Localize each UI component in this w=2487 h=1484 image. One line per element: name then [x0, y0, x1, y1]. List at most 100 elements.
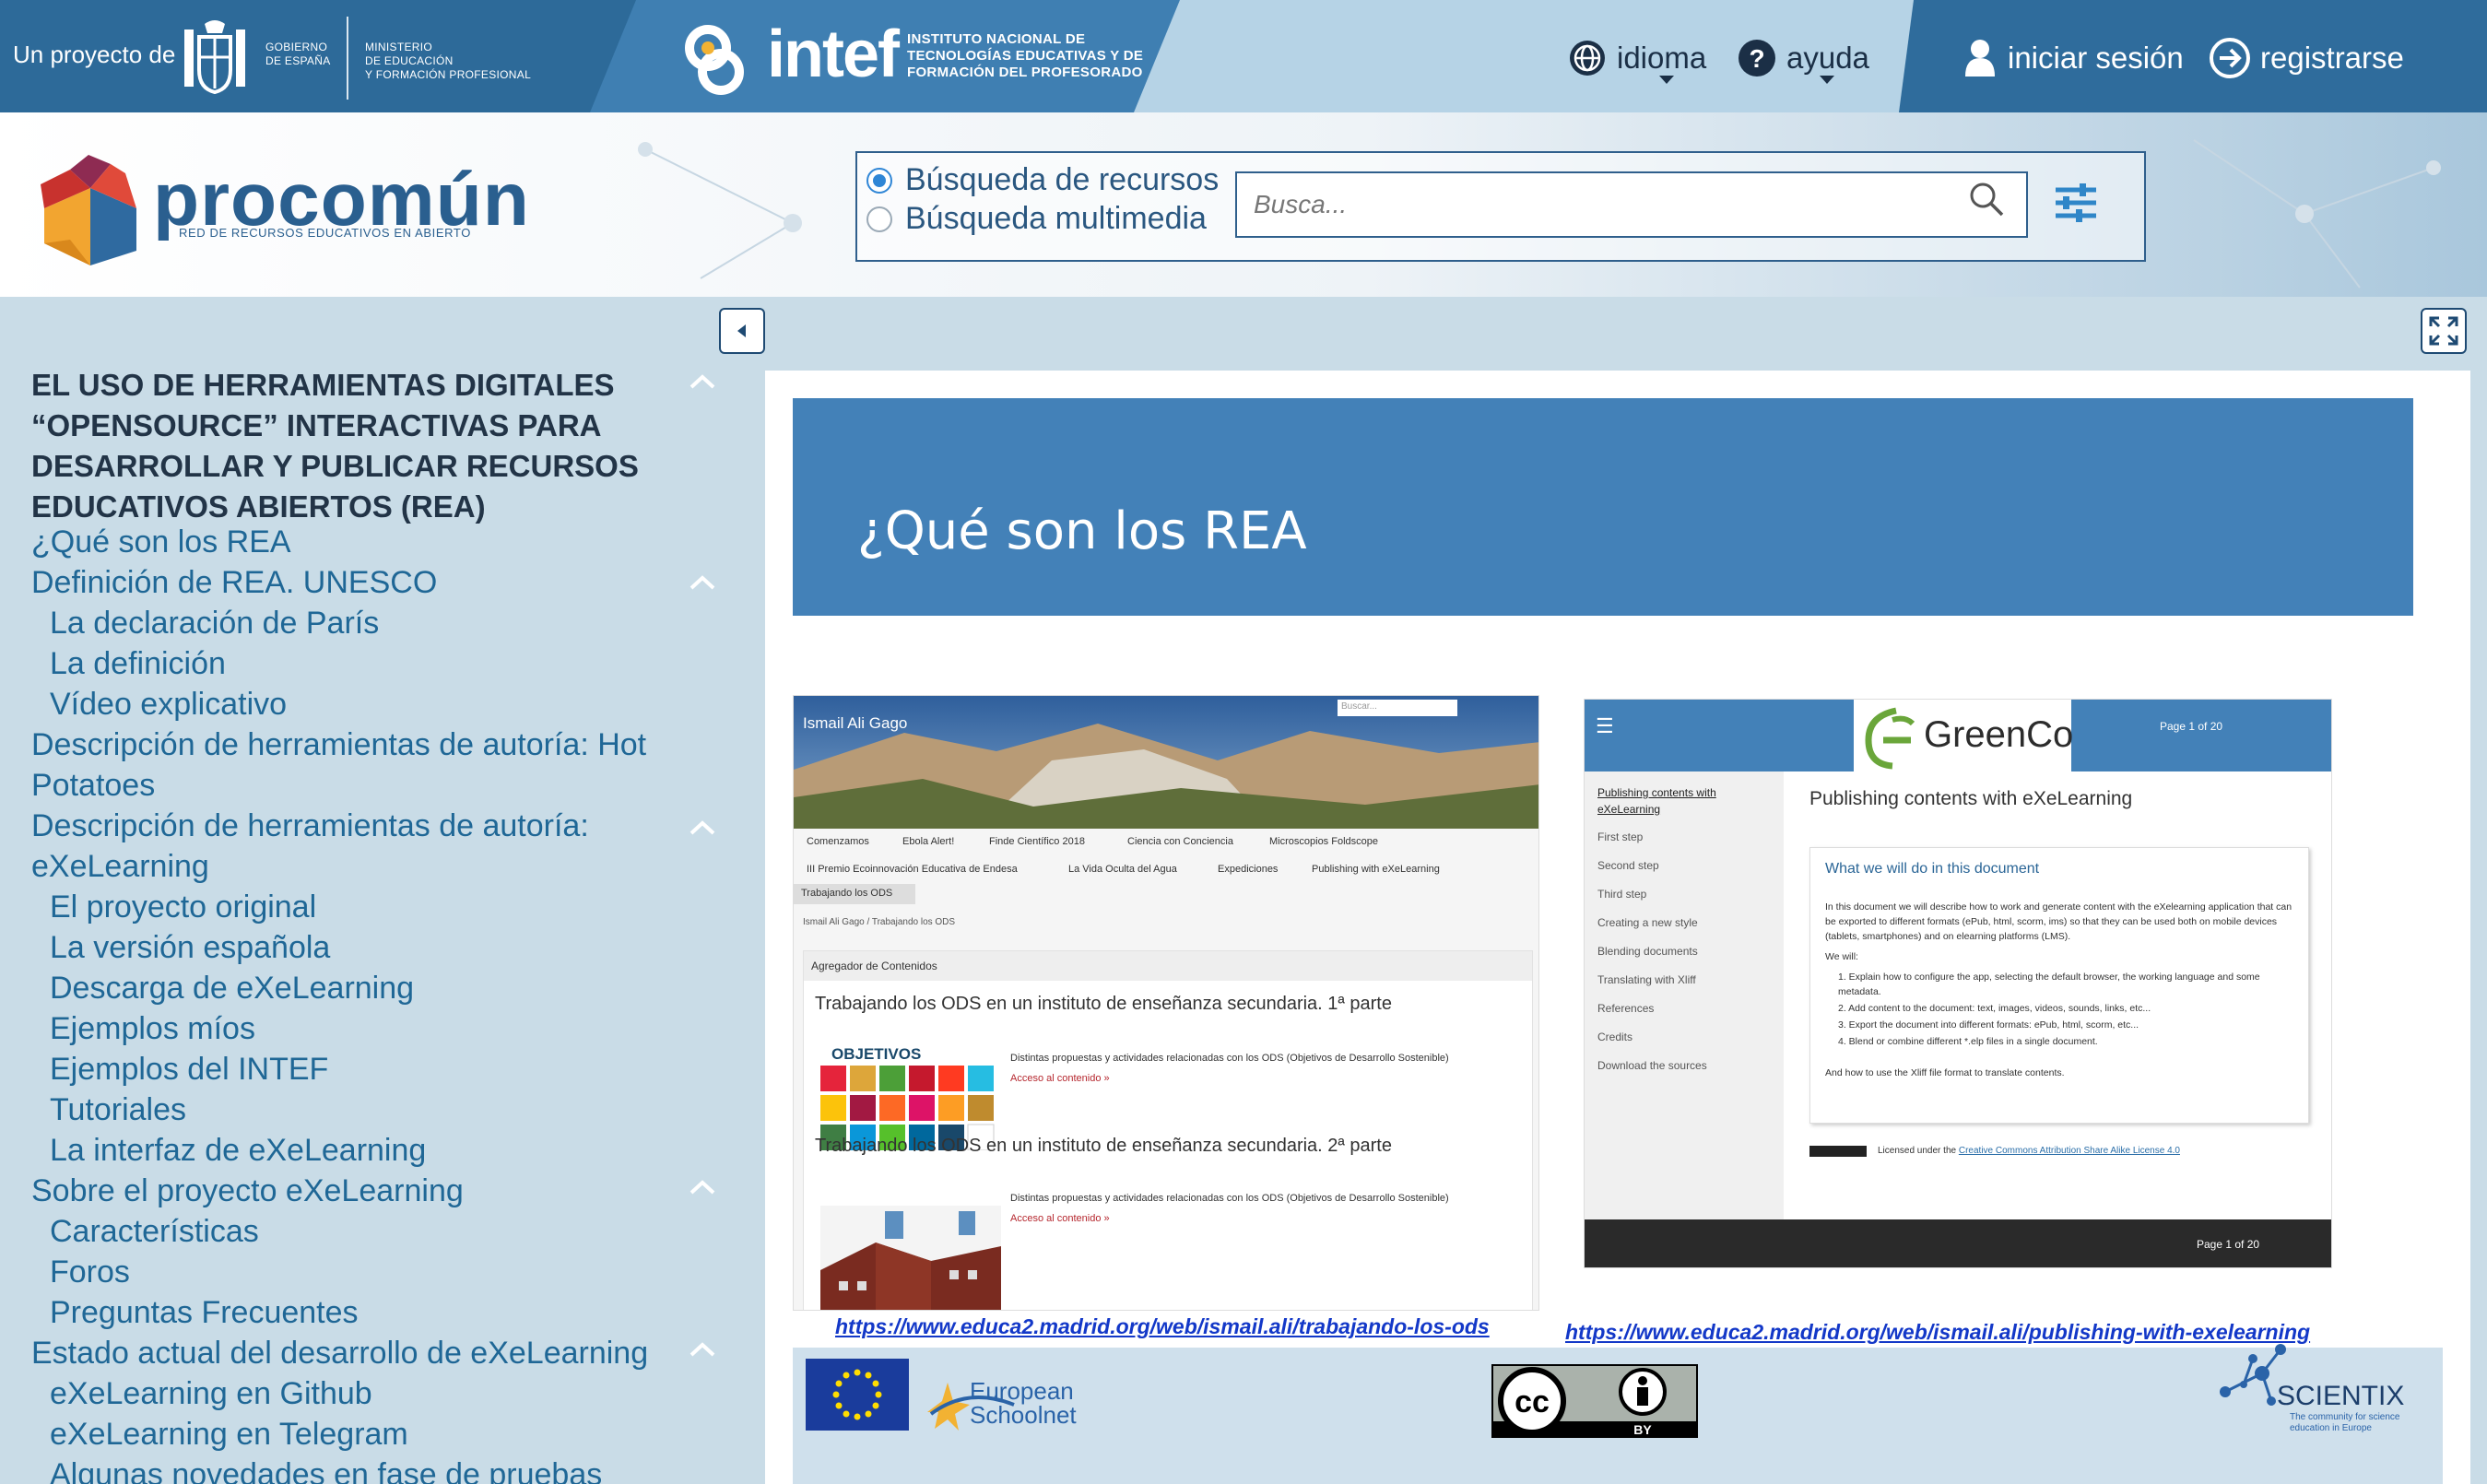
help-label: ayuda [1786, 41, 1869, 75]
toc-subitem[interactable]: La definición [50, 643, 226, 684]
blog-nav-item: Ciencia con Conciencia [1127, 836, 1233, 847]
search-multimedia-label: Búsqueda multimedia [905, 201, 1207, 236]
toc-subitem[interactable]: Tutoriales [50, 1089, 186, 1130]
procomun-cube-icon [41, 155, 136, 265]
entry-title: Trabajando los ODS en un instituto de en… [815, 994, 1392, 1014]
toc-item[interactable]: eXeLearning [31, 846, 209, 887]
register-link[interactable]: registrarse [2209, 33, 2404, 83]
toc-subitem[interactable]: La interfaz de eXeLearning [50, 1130, 426, 1171]
fullscreen-button[interactable] [2421, 308, 2467, 354]
entry-title: Trabajando los ODS en un instituto de en… [815, 1136, 1392, 1156]
toc-subitem[interactable]: Vídeo explicativo [50, 684, 287, 724]
chevron-down-icon [1659, 76, 1674, 84]
blog-nav-item: Comenzamos [807, 836, 869, 847]
scientix-tagline-2: education in Europe [2290, 1423, 2372, 1433]
european-schoolnet-logo: European Schoolnet [927, 1377, 1077, 1431]
blog-nav-item: Microscopios Foldscope [1269, 836, 1378, 847]
spain-coat-of-arms-icon [184, 20, 245, 95]
caret-left-icon [737, 324, 746, 337]
scientix-tagline-1: The community for science [2290, 1412, 2400, 1422]
side-menu-item: First step [1597, 830, 1644, 843]
help-menu[interactable]: ? ayuda [1737, 33, 1869, 83]
side-menu-item: References [1597, 1002, 1655, 1015]
side-menu-item: Creating a new style [1597, 916, 1698, 929]
greenco-logo: GreenCo [1854, 700, 2073, 771]
chevron-up-icon[interactable] [686, 571, 719, 594]
toc-title[interactable]: EL USO DE HERRAMIENTAS DIGITALES “OPENSO… [31, 365, 658, 527]
chevron-up-icon[interactable] [686, 1176, 719, 1198]
toc-subitem[interactable]: El proyecto original [50, 887, 316, 927]
scientix-logo: SCIENTIX The community for science educa… [2220, 1344, 2404, 1433]
project-by-label: Un proyecto de [13, 41, 176, 68]
entry-link: Acceso al contenido » [1010, 1073, 1110, 1084]
expand-icon [2429, 316, 2458, 346]
top-bar: Un proyecto de GOBIERNO DE ESPAÑA MINIST… [0, 0, 2487, 112]
toc-subitem[interactable]: La versión española [50, 927, 330, 968]
cc-by-label: BY [1633, 1422, 1652, 1437]
toc-subitem[interactable]: Ejemplos del INTEF [50, 1049, 328, 1089]
toc-item[interactable]: Descripción de herramientas de autoría: [31, 806, 589, 846]
toc-subitem[interactable]: Foros [50, 1252, 130, 1292]
toc-subitem[interactable]: eXeLearning en Telegram [50, 1414, 408, 1455]
content-area: EL USO DE HERRAMIENTAS DIGITALES “OPENSO… [0, 297, 2487, 1484]
blog-nav-item: Expediciones [1218, 864, 1279, 875]
blog-breadcrumb: Ismail Ali Gago / Trabajando los ODS [803, 917, 956, 927]
toc-subitem[interactable]: Ejemplos míos [50, 1008, 255, 1049]
radio-selected-icon [866, 167, 892, 194]
toc-subitem[interactable]: Preguntas Frecuentes [50, 1292, 359, 1333]
blog-nav-item: La Vida Oculta del Agua [1068, 864, 1177, 875]
blog-active-tab: Trabajando los ODS [794, 884, 915, 904]
toc-item[interactable]: ¿Qué son los REA [31, 522, 291, 562]
search-input[interactable] [1235, 171, 2028, 238]
toc-subitem[interactable]: Algunas novedades en fase de pruebas [50, 1455, 602, 1484]
collapse-sidebar-button[interactable] [719, 308, 765, 354]
toc-item[interactable]: Potatoes [31, 765, 155, 806]
chevron-up-icon[interactable] [686, 1338, 719, 1360]
box-paragraph: And how to use the Xliff file format to … [1825, 1067, 2065, 1078]
list-item: 4. Blend or combine different *.elp file… [1838, 1036, 2098, 1047]
search-multimedia-option[interactable]: Búsqueda multimedia [866, 201, 1207, 237]
svg-text:?: ? [1749, 44, 1764, 73]
side-menu-item: Blending documents [1597, 945, 1698, 958]
toc-item[interactable]: Definición de REA. UNESCO [31, 562, 437, 603]
toc-subitem[interactable]: eXeLearning en Github [50, 1373, 372, 1414]
aggregator-header: Agregador de Contenidos [804, 951, 1532, 981]
side-menu-item: Translating with Xliff [1597, 973, 1696, 986]
login-label: iniciar sesión [2008, 41, 2184, 75]
site-header: procomún RED DE RECURSOS EDUCATIVOS EN A… [0, 112, 2487, 297]
side-menu-item: Download the sources [1597, 1059, 1707, 1072]
exe-bottom-bar: Page 1 of 20 [1585, 1219, 2331, 1267]
content-aggregator: Agregador de Contenidos Trabajando los O… [803, 950, 1533, 1310]
license-prefix: Licensed under the [1878, 1146, 1957, 1156]
language-menu[interactable]: idioma [1567, 33, 1706, 83]
svg-text:cc: cc [1515, 1384, 1550, 1419]
search-resources-option[interactable]: Búsqueda de recursos [866, 162, 1219, 198]
license-text: Licensed under the Creative Commons Attr… [1878, 1146, 2180, 1156]
box-paragraph: We will: [1825, 951, 1858, 962]
search-button[interactable] [1965, 178, 2008, 220]
exe-content-box: What we will do in this document In this… [1809, 847, 2309, 1124]
blog-search-field: Buscar... [1338, 700, 1457, 716]
toc-item[interactable]: Descripción de herramientas de autoría: … [31, 724, 646, 765]
blog-screenshot: Ismail Ali Gago Buscar... Comenzamos Ebo… [793, 695, 1539, 1311]
blog-author: Ismail Ali Gago [803, 714, 908, 732]
toc-item[interactable]: Estado actual del desarrollo de eXeLearn… [31, 1333, 648, 1373]
filter-settings-icon[interactable] [2052, 181, 2100, 225]
toc-subitem[interactable]: Características [50, 1211, 259, 1252]
toc-subitem[interactable]: Descarga de eXeLearning [50, 968, 414, 1008]
title-banner: ¿Qué son los REA [793, 398, 2413, 616]
chevron-up-icon[interactable] [686, 371, 719, 393]
blog-link[interactable]: https://www.educa2.madrid.org/web/ismail… [835, 1314, 1490, 1339]
chevron-up-icon[interactable] [686, 817, 719, 839]
arrow-right-circle-icon [2210, 38, 2250, 78]
box-title: What we will do in this document [1825, 861, 2040, 877]
login-link[interactable]: iniciar sesión [1962, 33, 2184, 83]
toc-item[interactable]: Sobre el proyecto eXeLearning [31, 1171, 464, 1211]
globe-icon [1570, 41, 1605, 76]
toc-subitem[interactable]: La declaración de París [50, 603, 379, 643]
license-link: Creative Commons Attribution Share Alike… [1958, 1146, 2180, 1156]
exelearning-link[interactable]: https://www.educa2.madrid.org/web/ismail… [1565, 1320, 2310, 1345]
search-panel: Búsqueda de recursos Búsqueda multimedia [855, 151, 2146, 262]
divider [347, 17, 348, 100]
side-menu-active: Publishing contents with eXeLearning [1597, 786, 1716, 816]
